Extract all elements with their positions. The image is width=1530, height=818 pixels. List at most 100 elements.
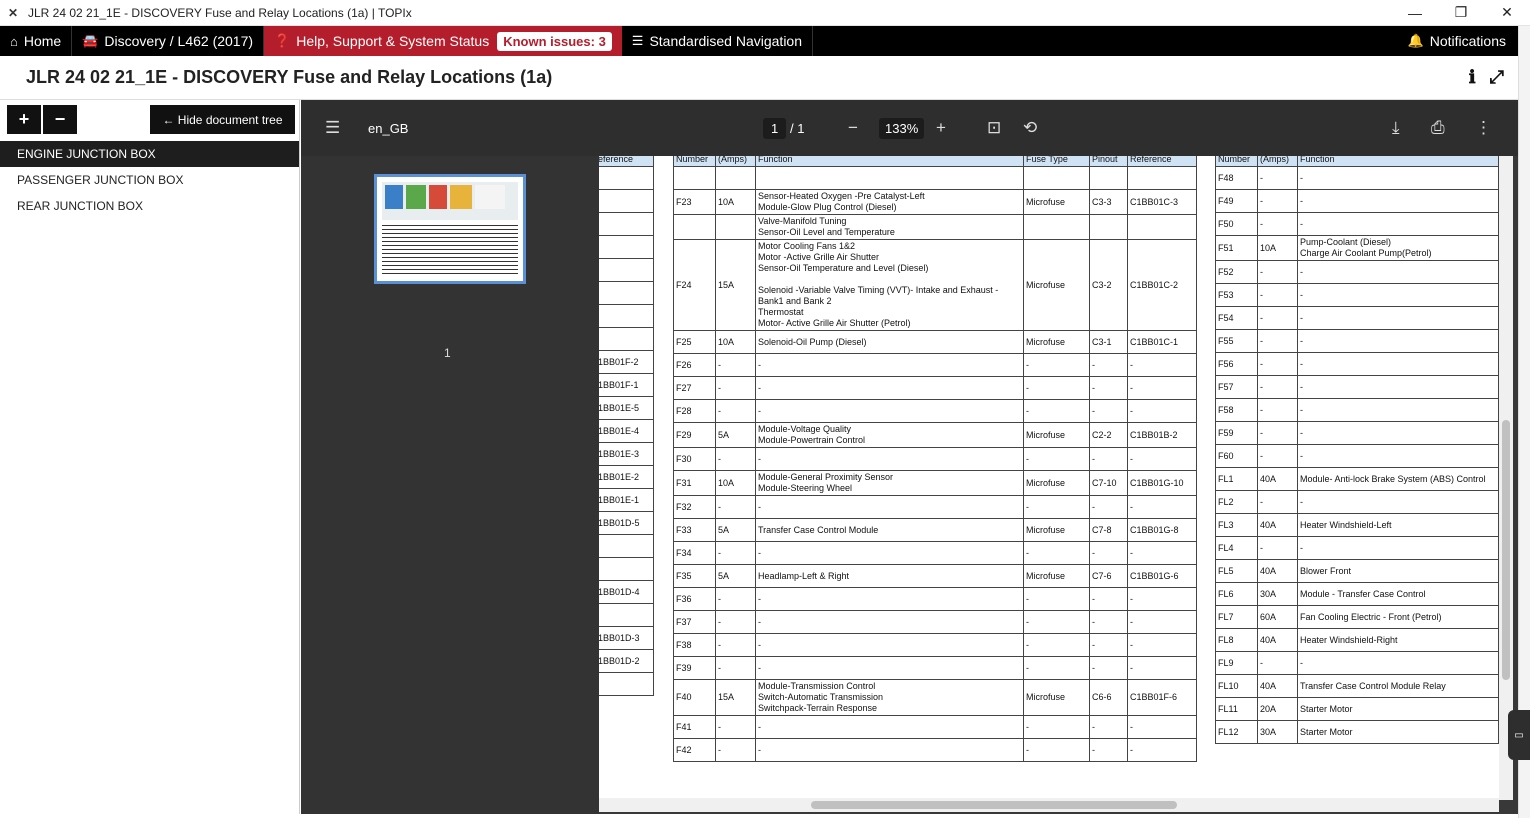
minimize-button[interactable]: — <box>1392 0 1438 26</box>
function-cell <box>755 166 1024 190</box>
reference-cell: 1BB01E-3 <box>599 442 654 466</box>
fuse-type-cell: Microfuse <box>1023 422 1090 448</box>
table-row <box>599 281 654 305</box>
fuse-number-cell: F30 <box>673 447 716 471</box>
document-header: JLR 24 02 21_1E - DISCOVERY Fuse and Rel… <box>0 56 1518 100</box>
window-title: JLR 24 02 21_1E - DISCOVERY Fuse and Rel… <box>28 5 412 20</box>
page-total: / 1 <box>790 120 805 136</box>
fuse-type-cell: Microfuse <box>1023 189 1090 215</box>
function-cell: - <box>1297 421 1499 445</box>
reference-cell: C1BB01B-2 <box>1127 422 1197 448</box>
nav-vehicle[interactable]: 🚘 Discovery / L462 (2017) <box>72 26 265 56</box>
horizontal-scrollbar[interactable] <box>599 798 1499 812</box>
fuse-number-cell: FL6 <box>1215 582 1258 606</box>
tree-item-rear-junction-box[interactable]: REAR JUNCTION BOX <box>0 193 299 219</box>
page-number-input[interactable]: 1 <box>763 117 787 139</box>
document-language: en_GB <box>368 120 409 136</box>
function-cell: - <box>1297 651 1499 675</box>
fit-page-icon[interactable]: ⊡ <box>987 118 1001 138</box>
zoom-level[interactable]: 133% <box>879 117 925 139</box>
function-cell: Blower Front <box>1297 559 1499 583</box>
print-icon[interactable]: ⎙ <box>1431 118 1445 138</box>
expand-icon[interactable]: ⤢ <box>1490 67 1504 88</box>
reference-cell: 1BB01F-1 <box>599 373 654 397</box>
fuse-number-cell: F37 <box>673 610 716 634</box>
more-vert-icon[interactable]: ⋮ <box>1475 118 1492 138</box>
rotate-icon[interactable]: ⟲ <box>1023 118 1037 138</box>
nav-home[interactable]: ⌂ Home <box>0 26 73 56</box>
table-row: F60- - <box>1215 444 1499 468</box>
download-icon[interactable]: ⤓ <box>1392 118 1400 138</box>
chat-icon[interactable]: ▭ <box>1508 710 1530 760</box>
reference-cell <box>599 212 654 236</box>
table-row: F36- - - - - <box>673 587 1197 611</box>
function-cell: - <box>755 633 1024 657</box>
page-thumbnail[interactable] <box>374 174 526 284</box>
fuse-number-cell: F51 <box>1215 235 1258 261</box>
nav-help-support[interactable]: ❓ Help, Support & System Status Known is… <box>264 26 622 56</box>
reference-cell: 1BB01D-5 <box>599 511 654 535</box>
maximize-button[interactable]: ❐ <box>1438 0 1484 26</box>
amps-cell: 5A <box>715 518 756 542</box>
bell-icon: 🔔 <box>1407 33 1424 48</box>
amps-cell: 5A <box>715 422 756 448</box>
table-row: F42- - - - - <box>673 738 1197 762</box>
info-icon[interactable]: ℹ <box>1469 67 1476 88</box>
function-cell: - <box>1297 375 1499 399</box>
known-issues-badge[interactable]: Known issues: 3 <box>497 31 612 51</box>
pinout-cell <box>1089 214 1128 240</box>
fuse-number-cell: F35 <box>673 564 716 588</box>
table-header: Fuse Type <box>1023 156 1090 167</box>
function-cell: Pump-Coolant (Diesel) Charge Air Coolant… <box>1297 235 1499 261</box>
reference-cell: - <box>1127 376 1197 400</box>
table-header: (Amps) <box>1257 156 1298 167</box>
table-row: 1BB01E-2 <box>599 465 654 489</box>
table-row: F51 10A Pump-Coolant (Diesel) Charge Air C… <box>1215 235 1499 261</box>
amps-cell: - <box>1257 490 1298 514</box>
table-row: F29 5A Module-Voltage Quality Module-Power… <box>673 422 1197 448</box>
table-row: F26- - - - - <box>673 353 1197 377</box>
close-button[interactable]: ✕ <box>1484 0 1530 26</box>
table-row: F54- - <box>1215 306 1499 330</box>
fuse-type-cell: - <box>1023 399 1090 423</box>
nav-vehicle-label: Discovery / L462 (2017) <box>104 33 254 49</box>
home-icon: ⌂ <box>10 33 18 49</box>
pinout-cell: - <box>1089 656 1128 680</box>
minus-icon[interactable]: − <box>848 118 858 138</box>
table-row: FL7 60A Fan Cooling Electric - Front (Petr… <box>1215 605 1499 629</box>
function-cell: - <box>755 447 1024 471</box>
fuse-table-right: Number (Amps) Function F48- - F49- - F50- - F5… <box>1215 156 1499 744</box>
reference-cell: - <box>1127 399 1197 423</box>
table-row <box>599 557 654 581</box>
fuse-number-cell: F48 <box>1215 166 1258 190</box>
tree-item-engine-junction-box[interactable]: ENGINE JUNCTION BOX <box>0 141 299 167</box>
fuse-number-cell: F50 <box>1215 212 1258 236</box>
tree-item-passenger-junction-box[interactable]: PASSENGER JUNCTION BOX <box>0 167 299 193</box>
reference-cell <box>599 672 654 696</box>
fuse-number-cell: FL1 <box>1215 467 1258 491</box>
pinout-cell: C3-1 <box>1089 330 1128 354</box>
hide-document-tree-button[interactable]: ← Hide document tree <box>150 105 295 134</box>
amps-cell: - <box>715 633 756 657</box>
function-cell: - <box>1297 352 1499 376</box>
fuse-number-cell: F25 <box>673 330 716 354</box>
fuse-type-cell: Microfuse <box>1023 564 1090 588</box>
fuse-number-cell: FL4 <box>1215 536 1258 560</box>
window-scrollbar[interactable] <box>1518 26 1530 818</box>
table-header: Number <box>1215 156 1258 167</box>
nav-standardised-navigation[interactable]: ☰ Standardised Navigation <box>622 26 813 56</box>
table-row: 1BB01D-2 <box>599 649 654 673</box>
vertical-scrollbar[interactable] <box>1499 156 1513 800</box>
collapse-all-button[interactable]: − <box>43 105 77 134</box>
page-title: JLR 24 02 21_1E - DISCOVERY Fuse and Rel… <box>26 67 553 87</box>
plus-icon[interactable]: + <box>936 118 946 138</box>
reference-cell: - <box>1127 447 1197 471</box>
table-row: FL2- - <box>1215 490 1499 514</box>
function-cell: - <box>1297 166 1499 190</box>
expand-all-button[interactable]: + <box>7 105 41 134</box>
nav-notifications[interactable]: 🔔 Notifications <box>1398 26 1518 56</box>
table-row: F52- - <box>1215 260 1499 284</box>
reference-cell: 1BB01E-4 <box>599 419 654 443</box>
hamburger-icon[interactable]: ☰ <box>325 118 340 138</box>
reference-cell: 1BB01D-4 <box>599 580 654 604</box>
